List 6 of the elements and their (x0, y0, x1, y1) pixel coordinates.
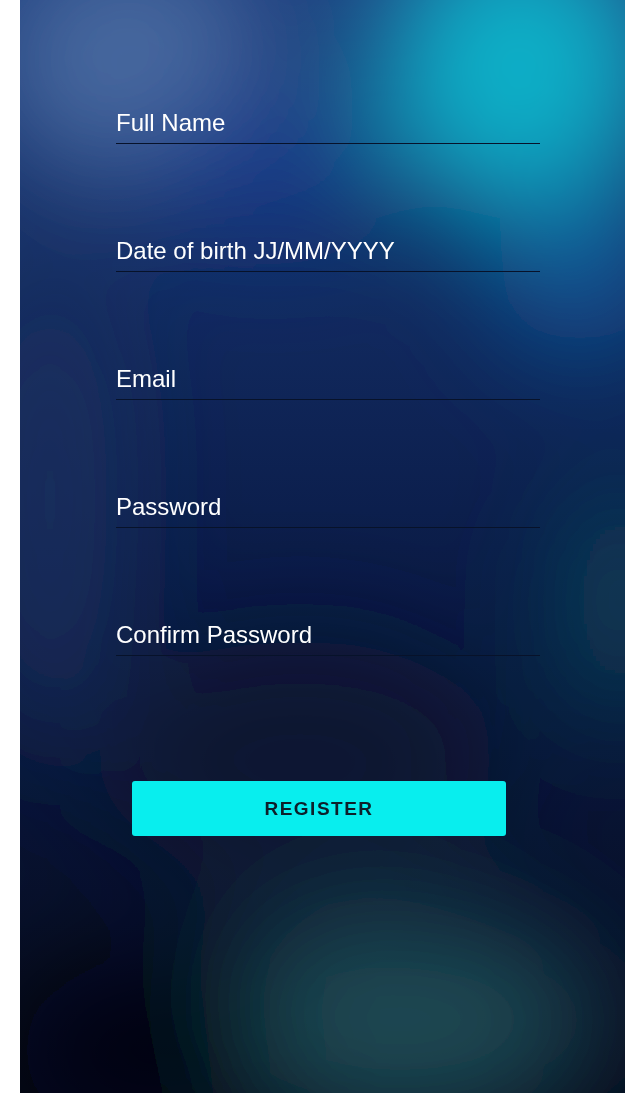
input-field[interactable]: Email (116, 362, 540, 400)
input-field[interactable]: Confirm Password (116, 618, 540, 656)
input-field[interactable]: Date of birth JJ/MM/YYYY (116, 234, 540, 272)
input-field[interactable]: Full Name (116, 106, 540, 144)
register-button[interactable]: REGISTER (132, 781, 506, 836)
input-field[interactable]: Password (116, 490, 540, 528)
